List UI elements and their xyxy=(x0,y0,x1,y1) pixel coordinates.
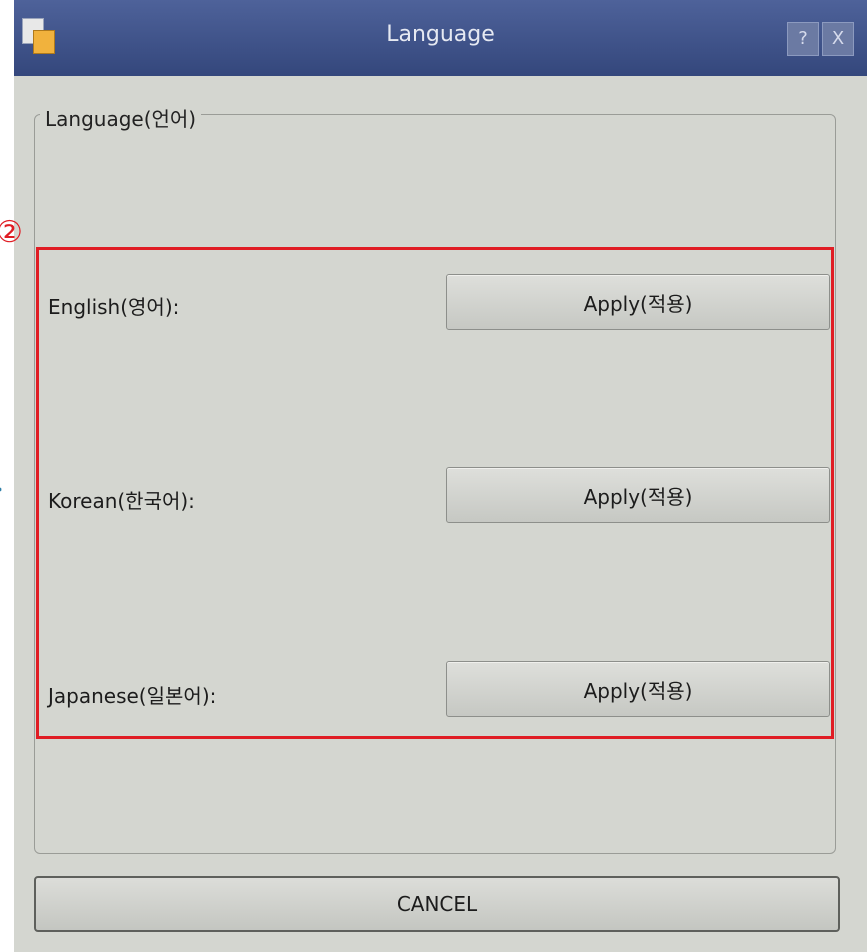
help-button[interactable]: ? xyxy=(787,22,819,56)
chevron-right-icon: › xyxy=(0,479,12,501)
window-title: Language xyxy=(386,22,495,47)
close-button[interactable]: X xyxy=(822,22,854,56)
title-bar: Language ? X xyxy=(14,0,867,76)
highlight-annotation xyxy=(36,247,834,739)
step-number-marker: ② xyxy=(0,215,23,250)
cancel-button[interactable]: CANCEL xyxy=(34,876,840,932)
group-title: Language(언어) xyxy=(40,103,202,132)
